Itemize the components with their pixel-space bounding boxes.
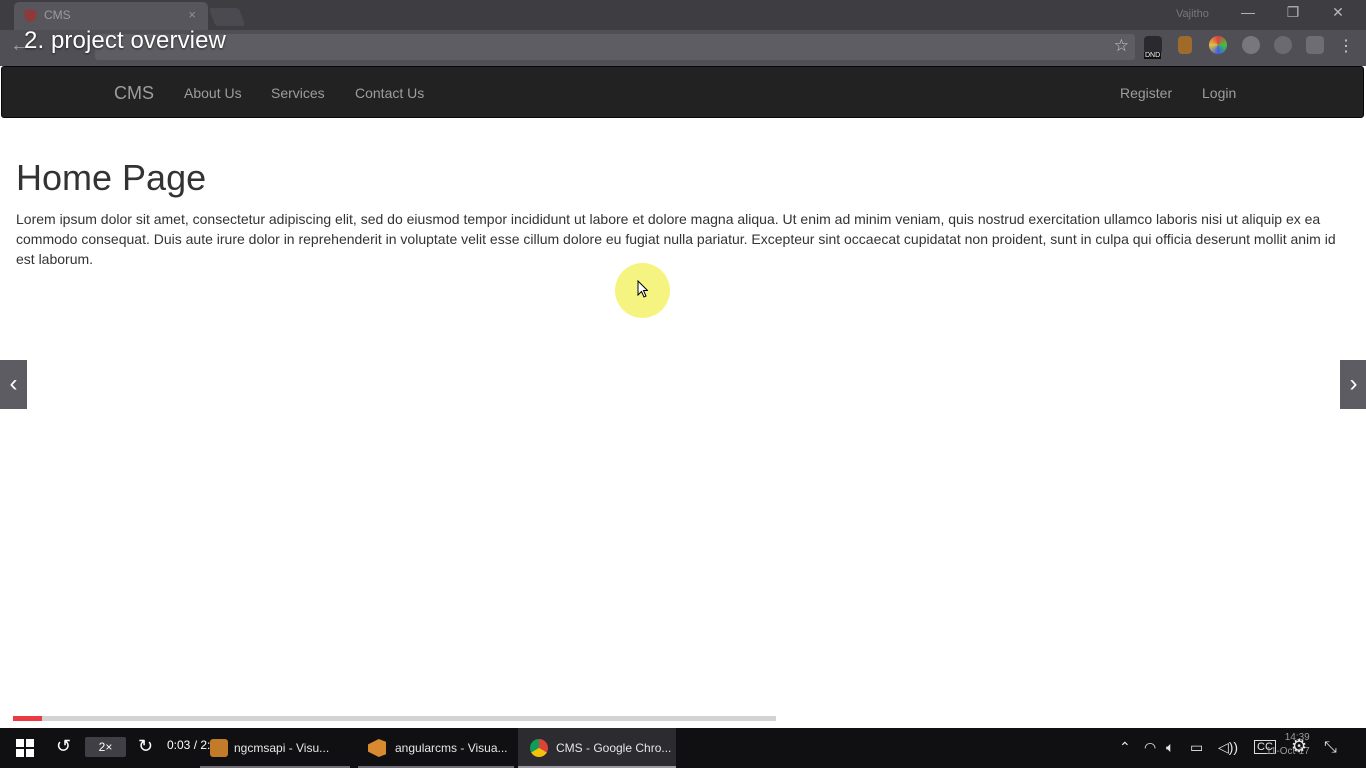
visual-studio-icon bbox=[210, 739, 228, 757]
taskbar-item-chrome[interactable]: CMS - Google Chro... bbox=[518, 728, 676, 768]
vscode-icon bbox=[368, 739, 386, 757]
extension-blank-icon[interactable] bbox=[1306, 36, 1324, 54]
color-picker-extension-icon[interactable] bbox=[1209, 36, 1227, 54]
dnd-extension-icon[interactable]: DND bbox=[1144, 36, 1162, 59]
forward-icon[interactable]: ↻ bbox=[138, 736, 153, 757]
nav-register[interactable]: Register bbox=[1120, 85, 1172, 101]
tab-close-icon[interactable]: × bbox=[188, 2, 196, 28]
taskbar-item-label: angularcms - Visua... bbox=[395, 741, 508, 755]
profile-name[interactable]: Vajitho bbox=[1176, 8, 1209, 20]
playback-speed-button[interactable]: 2× bbox=[85, 737, 126, 757]
site-navbar: CMS About Us Services Contact Us Registe… bbox=[1, 66, 1364, 118]
chrome-icon bbox=[530, 739, 548, 757]
browser-tab[interactable]: CMS × bbox=[14, 2, 208, 30]
mouse-cursor-icon bbox=[637, 280, 648, 298]
video-progress-fill bbox=[13, 716, 42, 721]
nav-about-us[interactable]: About Us bbox=[184, 85, 242, 101]
main-content: Home Page Lorem ipsum dolor sit amet, co… bbox=[16, 158, 1351, 269]
tray-chevron-up-icon[interactable]: ⌃ bbox=[1119, 739, 1131, 756]
next-lecture-arrow-icon[interactable]: › bbox=[1340, 360, 1366, 409]
taskbar-item-label: ngcmsapi - Visu... bbox=[234, 741, 330, 755]
nav-services[interactable]: Services bbox=[271, 85, 325, 101]
taskbar: ↺ 2× ↻ 0:03 / 2:59 ngcmsapi - Visu... an… bbox=[0, 728, 1366, 768]
windows-start-icon[interactable] bbox=[16, 739, 34, 757]
address-bar[interactable]: ☆ bbox=[95, 34, 1135, 60]
tab-title: CMS bbox=[44, 8, 71, 22]
extension-hammer-icon[interactable] bbox=[1178, 36, 1192, 54]
settings-extension-icon[interactable] bbox=[1242, 36, 1260, 54]
restore-icon[interactable]: ❐ bbox=[1283, 4, 1303, 21]
browser-menu-icon[interactable]: ⋮ bbox=[1338, 36, 1354, 56]
fullscreen-exit-icon[interactable]: ⤡ bbox=[1324, 739, 1337, 757]
minimize-icon[interactable]: — bbox=[1238, 4, 1258, 20]
wifi-icon[interactable]: ◠ bbox=[1144, 739, 1156, 756]
dnd-badge: DND bbox=[1144, 52, 1162, 59]
angular-favicon-icon bbox=[24, 9, 37, 22]
battery-icon[interactable]: ▭ bbox=[1190, 739, 1203, 756]
speaker-icon[interactable]: 🔈︎ bbox=[1166, 739, 1174, 756]
video-progress-bar[interactable] bbox=[13, 716, 776, 721]
bookmark-star-icon[interactable]: ☆ bbox=[1114, 36, 1129, 56]
video-title: 2. project overview bbox=[24, 27, 226, 54]
taskbar-item-label: CMS - Google Chro... bbox=[556, 741, 672, 755]
brand-link[interactable]: CMS bbox=[114, 83, 154, 104]
speed-extension-icon[interactable] bbox=[1274, 36, 1292, 54]
previous-lecture-arrow-icon[interactable]: ‹ bbox=[0, 360, 27, 409]
taskbar-item-ngcmsapi[interactable]: ngcmsapi - Visu... bbox=[200, 728, 350, 768]
nav-contact-us[interactable]: Contact Us bbox=[355, 85, 424, 101]
nav-login[interactable]: Login bbox=[1202, 85, 1236, 101]
close-window-icon[interactable]: ✕ bbox=[1328, 4, 1348, 21]
page-title: Home Page bbox=[16, 157, 207, 198]
page-paragraph: Lorem ipsum dolor sit amet, consectetur … bbox=[16, 211, 1336, 267]
tab-strip: CMS × Vajitho — ❐ ✕ bbox=[0, 0, 1366, 30]
new-tab-button[interactable] bbox=[208, 8, 246, 26]
volume-icon[interactable]: ◁)) bbox=[1218, 739, 1238, 756]
taskbar-item-angularcms[interactable]: angularcms - Visua... bbox=[358, 728, 514, 768]
rewind-icon[interactable]: ↺ bbox=[56, 736, 71, 757]
settings-gear-icon[interactable]: ⚙ bbox=[1291, 736, 1307, 757]
